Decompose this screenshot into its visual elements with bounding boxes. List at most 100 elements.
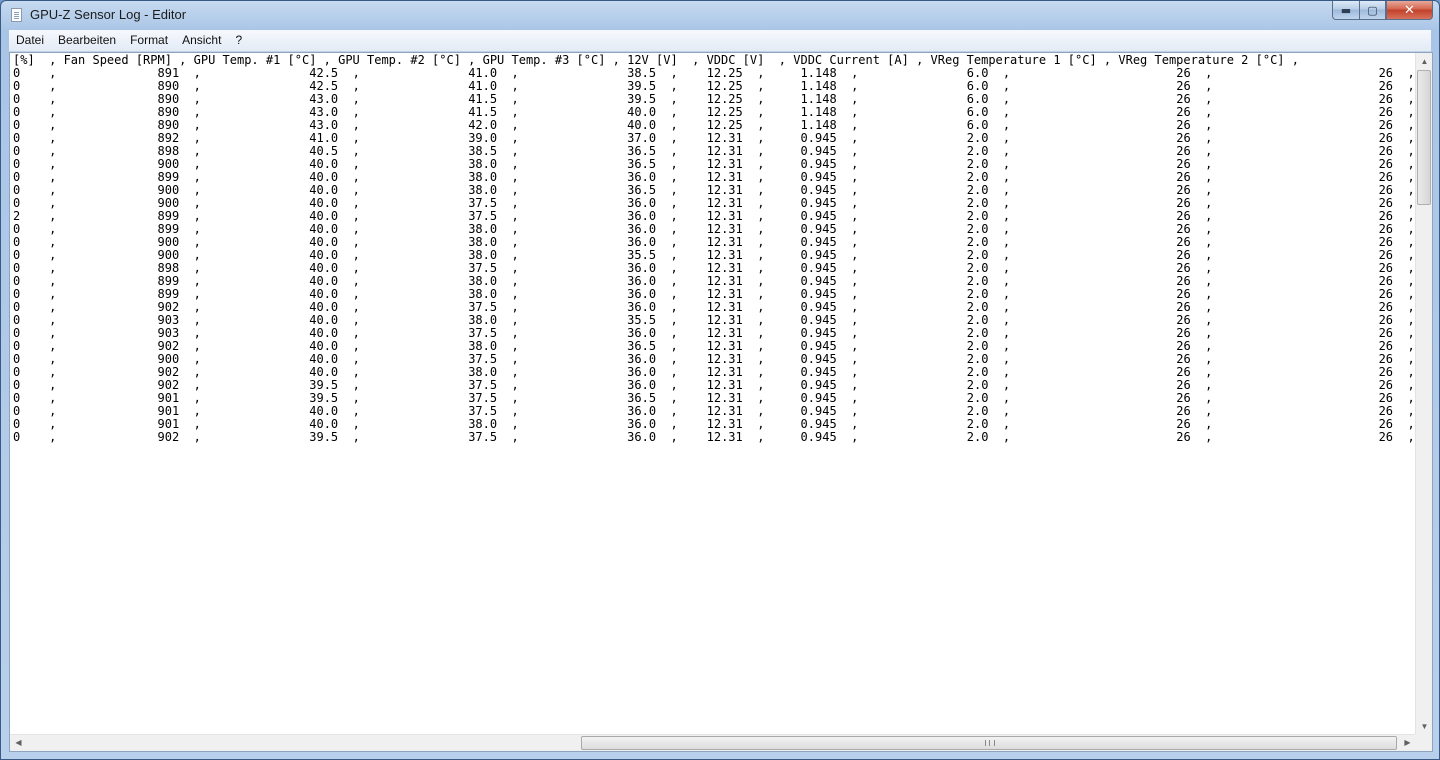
log-cell: 42.5: [208, 66, 339, 80]
minimize-button[interactable]: ▬: [1332, 1, 1359, 20]
log-cell: 0: [13, 261, 42, 275]
log-cell: 36.0: [526, 261, 657, 275]
log-cell: 36.0: [526, 378, 657, 392]
log-cell: 26: [1017, 391, 1191, 405]
log-cell: 0.945: [771, 131, 837, 145]
log-cell: 39.5: [208, 430, 339, 444]
log-cell: 0: [13, 378, 42, 392]
log-cell: 26: [1017, 313, 1191, 327]
log-cell: 0.945: [771, 274, 837, 288]
log-cell: 40.0: [208, 209, 339, 223]
log-cell: 38.0: [367, 170, 498, 184]
log-cell: 0: [13, 66, 42, 80]
log-cell: 0.945: [771, 196, 837, 210]
log-cell: 0.945: [771, 300, 837, 314]
log-cell: 41.5: [367, 92, 498, 106]
notepad-icon[interactable]: [11, 8, 22, 22]
log-cell: 2.0: [865, 326, 989, 340]
log-cell: 0: [13, 248, 42, 262]
close-button[interactable]: ✕: [1386, 1, 1433, 20]
menu-datei[interactable]: Datei: [9, 30, 51, 51]
log-cell: 40.0: [208, 183, 339, 197]
window-title: GPU-Z Sensor Log - Editor: [30, 7, 187, 22]
log-cell: 0: [13, 404, 42, 418]
log-cell: 40.5: [208, 144, 339, 158]
menu-help[interactable]: ?: [228, 30, 249, 51]
maximize-icon: ▢: [1367, 3, 1378, 17]
log-cell: 899: [63, 222, 180, 236]
menu-bearbeiten[interactable]: Bearbeiten: [51, 30, 123, 51]
log-cell: 26: [1219, 339, 1394, 353]
editor-client-area: [%] , Fan Speed [RPM] , GPU Temp. #1 [°C…: [9, 52, 1433, 752]
log-cell: 40.0: [208, 287, 339, 301]
log-cell: 38.0: [367, 235, 498, 249]
log-cell: 2.0: [865, 287, 989, 301]
scroll-right-icon[interactable]: ▶: [1399, 735, 1416, 751]
log-cell: 26: [1219, 352, 1394, 366]
log-cell: 0: [13, 222, 42, 236]
log-cell: 0.945: [771, 339, 837, 353]
log-cell: 38.0: [367, 339, 498, 353]
log-cell: 6.0: [865, 118, 989, 132]
log-cell: 12.31: [684, 404, 743, 418]
vertical-scrollbar[interactable]: ▲ ▼: [1415, 53, 1432, 735]
menu-ansicht[interactable]: Ansicht: [175, 30, 228, 51]
log-cell: 37.5: [367, 430, 498, 444]
log-cell: 902: [63, 300, 180, 314]
horizontal-scrollbar[interactable]: ◀ ▶: [10, 734, 1416, 751]
log-cell: 12.31: [684, 300, 743, 314]
log-cell: 26: [1017, 66, 1191, 80]
scroll-left-icon[interactable]: ◀: [10, 735, 27, 751]
log-cell: 40.0: [208, 417, 339, 431]
scroll-grip-icon: [985, 740, 995, 746]
maximize-button[interactable]: ▢: [1359, 1, 1386, 20]
log-cell: 40.0: [208, 404, 339, 418]
log-cell: 26: [1017, 326, 1191, 340]
log-cell: 26: [1219, 404, 1394, 418]
log-cell: 39.5: [208, 391, 339, 405]
log-cell: 26: [1017, 365, 1191, 379]
log-cell: 37.5: [367, 261, 498, 275]
log-cell: 0: [13, 287, 42, 301]
log-cell: 12.31: [684, 222, 743, 236]
log-cell: 38.5: [526, 66, 657, 80]
log-cell: 26: [1219, 417, 1394, 431]
log-cell: 26: [1219, 157, 1394, 171]
log-cell: 26: [1017, 300, 1191, 314]
title-bar[interactable]: GPU-Z Sensor Log - Editor ▬ ▢ ✕: [1, 1, 1439, 30]
scroll-down-icon[interactable]: ▼: [1416, 718, 1432, 735]
log-cell: 37.5: [367, 326, 498, 340]
horizontal-scroll-thumb[interactable]: [581, 736, 1397, 750]
log-cell: 36.5: [526, 144, 657, 158]
log-cell: 36.5: [526, 183, 657, 197]
log-cell: 43.0: [208, 118, 339, 132]
menu-format[interactable]: Format: [123, 30, 175, 51]
vertical-scroll-thumb[interactable]: [1417, 70, 1431, 205]
log-cell: 36.0: [526, 430, 657, 444]
log-cell: 40.0: [208, 352, 339, 366]
log-cell: 26: [1017, 144, 1191, 158]
log-cell: 35.5: [526, 248, 657, 262]
log-cell: 1.148: [771, 92, 837, 106]
log-cell: 0.945: [771, 235, 837, 249]
log-cell: 2.0: [865, 131, 989, 145]
log-cell: 900: [63, 235, 180, 249]
log-cell: 40.0: [208, 313, 339, 327]
log-cell: 12.31: [684, 131, 743, 145]
log-cell: 0.945: [771, 248, 837, 262]
log-cell: 2.0: [865, 170, 989, 184]
log-cell: 26: [1219, 131, 1394, 145]
log-cell: 2.0: [865, 144, 989, 158]
scroll-up-icon[interactable]: ▲: [1416, 53, 1432, 70]
log-cell: 38.0: [367, 183, 498, 197]
log-cell: 899: [63, 274, 180, 288]
log-cell: 26: [1219, 287, 1394, 301]
log-cell: 2.0: [865, 430, 989, 444]
log-cell: 37.5: [367, 404, 498, 418]
log-cell: 0: [13, 300, 42, 314]
log-cell: 40.0: [208, 196, 339, 210]
log-cell: 26: [1219, 261, 1394, 275]
log-cell: 0.945: [771, 183, 837, 197]
text-editor[interactable]: [%] , Fan Speed [RPM] , GPU Temp. #1 [°C…: [10, 53, 1416, 735]
log-cell: 41.0: [208, 131, 339, 145]
